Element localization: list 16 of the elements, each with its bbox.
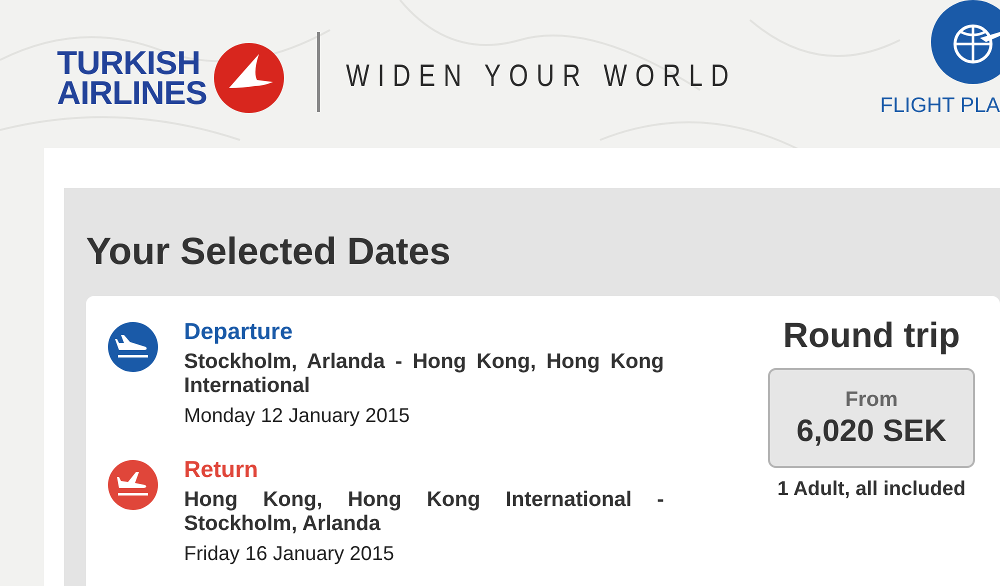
leg-date: Friday 16 January 2015 <box>184 542 396 566</box>
leg-route: Hong Kong, Hong Kong International - Stockholm, Arlanda <box>184 488 664 536</box>
page-title: Your Selected Dates <box>86 230 452 275</box>
logo-text: TURKISH <box>57 48 202 78</box>
leg-route: Stockholm, Arlanda - Hong Kong, Hong Kong International <box>184 350 664 398</box>
tagline: WIDEN YOUR WORLD <box>346 57 737 95</box>
fare-note: 1 Adult, all included <box>777 477 966 502</box>
nav-link[interactable]: FLIGHT PLA <box>880 90 1000 122</box>
leg-label: Return <box>184 455 260 484</box>
from-label: From <box>845 387 898 413</box>
leg-date: Monday 12 January 2015 <box>184 404 411 428</box>
trip-type: Round trip <box>783 315 960 357</box>
logo-icon <box>213 42 286 114</box>
price: 6,020 SEK <box>796 413 946 449</box>
logo-text: AIRLINES <box>57 78 208 108</box>
leg-label: Departure <box>184 317 294 346</box>
